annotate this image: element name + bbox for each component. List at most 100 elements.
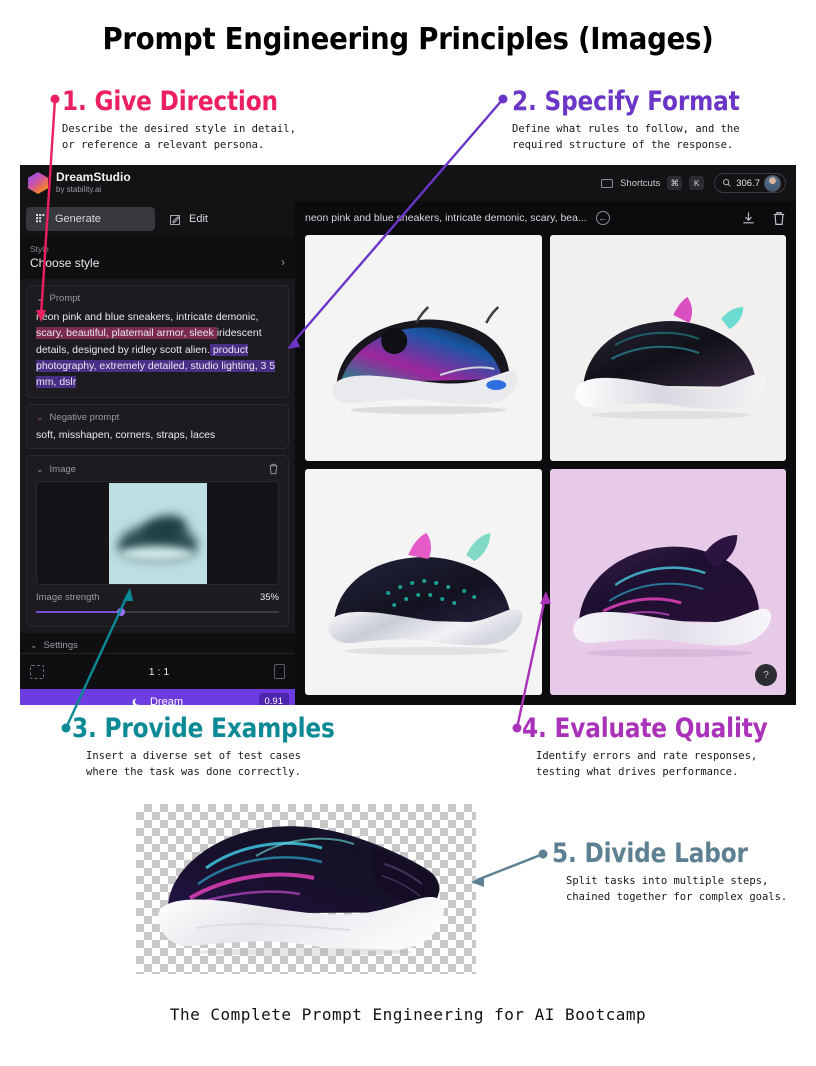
connector-dot-5 <box>538 849 548 859</box>
result-image-1[interactable] <box>305 235 542 461</box>
callout-4-description: Identify errors and rate responses, test… <box>536 750 758 778</box>
connector-dot-2 <box>498 94 508 104</box>
help-button[interactable]: ? <box>755 664 777 686</box>
callout-5: 5. Divide Labor Split tasks into multipl… <box>552 838 788 905</box>
sidebar: Generate Edit Style Choose style › ⌄ Pro… <box>20 201 295 705</box>
moon-icon <box>132 698 140 705</box>
canvas-toolbar: neon pink and blue sneakers, intricate d… <box>305 201 786 235</box>
style-label: Style <box>30 244 49 254</box>
header-right-group: Shortcuts ⌘ K 306.7 <box>601 173 786 193</box>
sneaker-render-4 <box>572 535 771 657</box>
connector-dot-1 <box>50 94 60 104</box>
prompt-segment-plain: neon pink and blue sneakers, intricate d… <box>36 311 259 323</box>
infographic-page: Prompt Engineering Principles (Images) D… <box>0 0 816 1066</box>
chevron-down-icon[interactable]: ⌄ <box>36 464 44 475</box>
image-strength-row: Image strength 35% <box>36 592 279 603</box>
image-panel-header: ⌄ Image <box>36 463 279 475</box>
tab-edit[interactable]: Edit <box>160 207 289 231</box>
style-value: Choose style <box>30 256 100 270</box>
app-header: DreamStudio by stability.ai Shortcuts ⌘ … <box>20 165 796 201</box>
callout-2-heading: 2. Specify Format <box>512 86 740 117</box>
image-panel: ⌄ Image Image strength 35% <box>26 455 289 628</box>
negative-prompt-input[interactable]: soft, misshapen, corners, straps, laces <box>36 429 279 441</box>
sneaker-render-1 <box>332 306 518 414</box>
portrait-icon[interactable] <box>274 664 285 680</box>
history-back-icon[interactable]: ← <box>595 211 610 225</box>
chevron-down-icon[interactable]: ⌄ <box>36 293 44 304</box>
prompt-input[interactable]: neon pink and blue sneakers, intricate d… <box>36 309 279 390</box>
credits-value: 306.7 <box>736 177 760 189</box>
image-strength-slider[interactable] <box>36 607 279 617</box>
brand-subtitle: by stability.ai <box>56 185 102 194</box>
trash-icon[interactable] <box>772 211 786 226</box>
sneaker-cutout <box>158 826 444 956</box>
tab-edit-label: Edit <box>189 213 208 225</box>
aspect-ratio-value: 1 : 1 <box>148 665 170 678</box>
trash-icon[interactable] <box>268 463 279 475</box>
download-icon[interactable] <box>741 211 756 226</box>
callout-1-heading: 1. Give Direction <box>62 86 278 117</box>
image-strength-label: Image strength <box>36 592 100 604</box>
app-body: Generate Edit Style Choose style › ⌄ Pro… <box>20 201 796 705</box>
image-label: Image <box>49 463 76 475</box>
chevron-down-icon[interactable]: ⌄ <box>30 640 38 651</box>
reference-sneaker-sketch <box>108 482 207 584</box>
dream-cost-badge: 0.91 <box>258 693 289 705</box>
negative-prompt-panel[interactable]: ⌄ Negative prompt soft, misshapen, corne… <box>26 404 289 450</box>
mode-tabs: Generate Edit <box>20 201 295 237</box>
tab-generate-label: Generate <box>55 213 101 225</box>
settings-panel[interactable]: ⌄ Settings <box>20 633 295 654</box>
chevron-down-icon[interactable]: ⌄ <box>36 412 44 423</box>
credits-pill[interactable]: 306.7 <box>714 173 786 193</box>
user-avatar[interactable] <box>764 174 781 192</box>
footer-caption: The Complete Prompt Engineering for AI B… <box>169 1005 647 1024</box>
callout-3-description: Insert a diverse set of test cases where… <box>86 750 301 778</box>
slider-thumb[interactable] <box>117 608 126 617</box>
aspect-ratio-row: 1 : 1 <box>20 653 295 690</box>
keyboard-icon <box>601 178 614 188</box>
callout-3: 3. Provide Examples Insert a diverse set… <box>72 713 377 780</box>
callout-2-description: Define what rules to follow, and the req… <box>512 123 740 151</box>
crop-square-icon[interactable] <box>30 664 44 679</box>
dreamstudio-app-window: DreamStudio by stability.ai Shortcuts ⌘ … <box>20 165 796 705</box>
settings-header: ⌄ Settings <box>30 640 285 651</box>
page-title: Prompt Engineering Principles (Images) <box>102 22 714 57</box>
prompt-panel[interactable]: ⌄ Prompt neon pink and blue sneakers, in… <box>26 285 289 399</box>
key-letter: K <box>689 176 705 190</box>
connector-dot-4 <box>512 723 522 733</box>
dream-button-label: Dream <box>149 696 183 705</box>
callout-1-description: Describe the desired style in detail, or… <box>62 123 296 151</box>
canvas-prompt-summary: neon pink and blue sneakers, intricate d… <box>305 212 587 224</box>
dream-button[interactable]: Dream 0.91 <box>20 689 295 705</box>
transparent-background-sneaker <box>136 804 476 974</box>
callout-5-description: Split tasks into multiple steps, chained… <box>566 875 788 903</box>
pencil-square-icon <box>170 214 180 225</box>
chevron-right-icon: › <box>281 255 285 269</box>
shortcuts-label[interactable]: Shortcuts <box>620 178 660 189</box>
results-canvas: neon pink and blue sneakers, intricate d… <box>295 201 796 705</box>
stability-diamond-logo-icon <box>28 172 48 194</box>
connector-line-5 <box>476 852 544 882</box>
callout-5-heading: 5. Divide Labor <box>552 838 748 869</box>
callout-3-heading: 3. Provide Examples <box>72 713 335 744</box>
negative-prompt-label: Negative prompt <box>49 412 120 424</box>
callout-2: 2. Specify Format Define what rules to f… <box>512 86 777 153</box>
prompt-segment-style-a: scary, beautiful, platemail armor, sleek <box>36 327 217 340</box>
result-image-4[interactable]: ? <box>549 469 786 695</box>
prompt-panel-header: ⌄ Prompt <box>36 293 279 304</box>
sneaker-render-2 <box>574 297 766 419</box>
result-image-3[interactable] <box>305 469 542 695</box>
settings-label: Settings <box>43 640 78 652</box>
brand-name: DreamStudio <box>56 170 131 184</box>
credits-coin-icon <box>723 179 731 187</box>
results-grid: ? <box>305 235 786 695</box>
tab-generate[interactable]: Generate <box>26 207 155 231</box>
reference-image-well[interactable] <box>36 481 279 586</box>
callout-1: 1. Give Direction Describe the desired s… <box>62 86 313 153</box>
connector-dot-3 <box>61 723 71 733</box>
result-image-2[interactable] <box>549 235 786 461</box>
style-panel[interactable]: Style Choose style › <box>20 237 295 279</box>
sneaker-render-3 <box>328 533 523 655</box>
image-strength-value: 35% <box>259 592 279 604</box>
grid-dots-icon <box>36 213 45 222</box>
